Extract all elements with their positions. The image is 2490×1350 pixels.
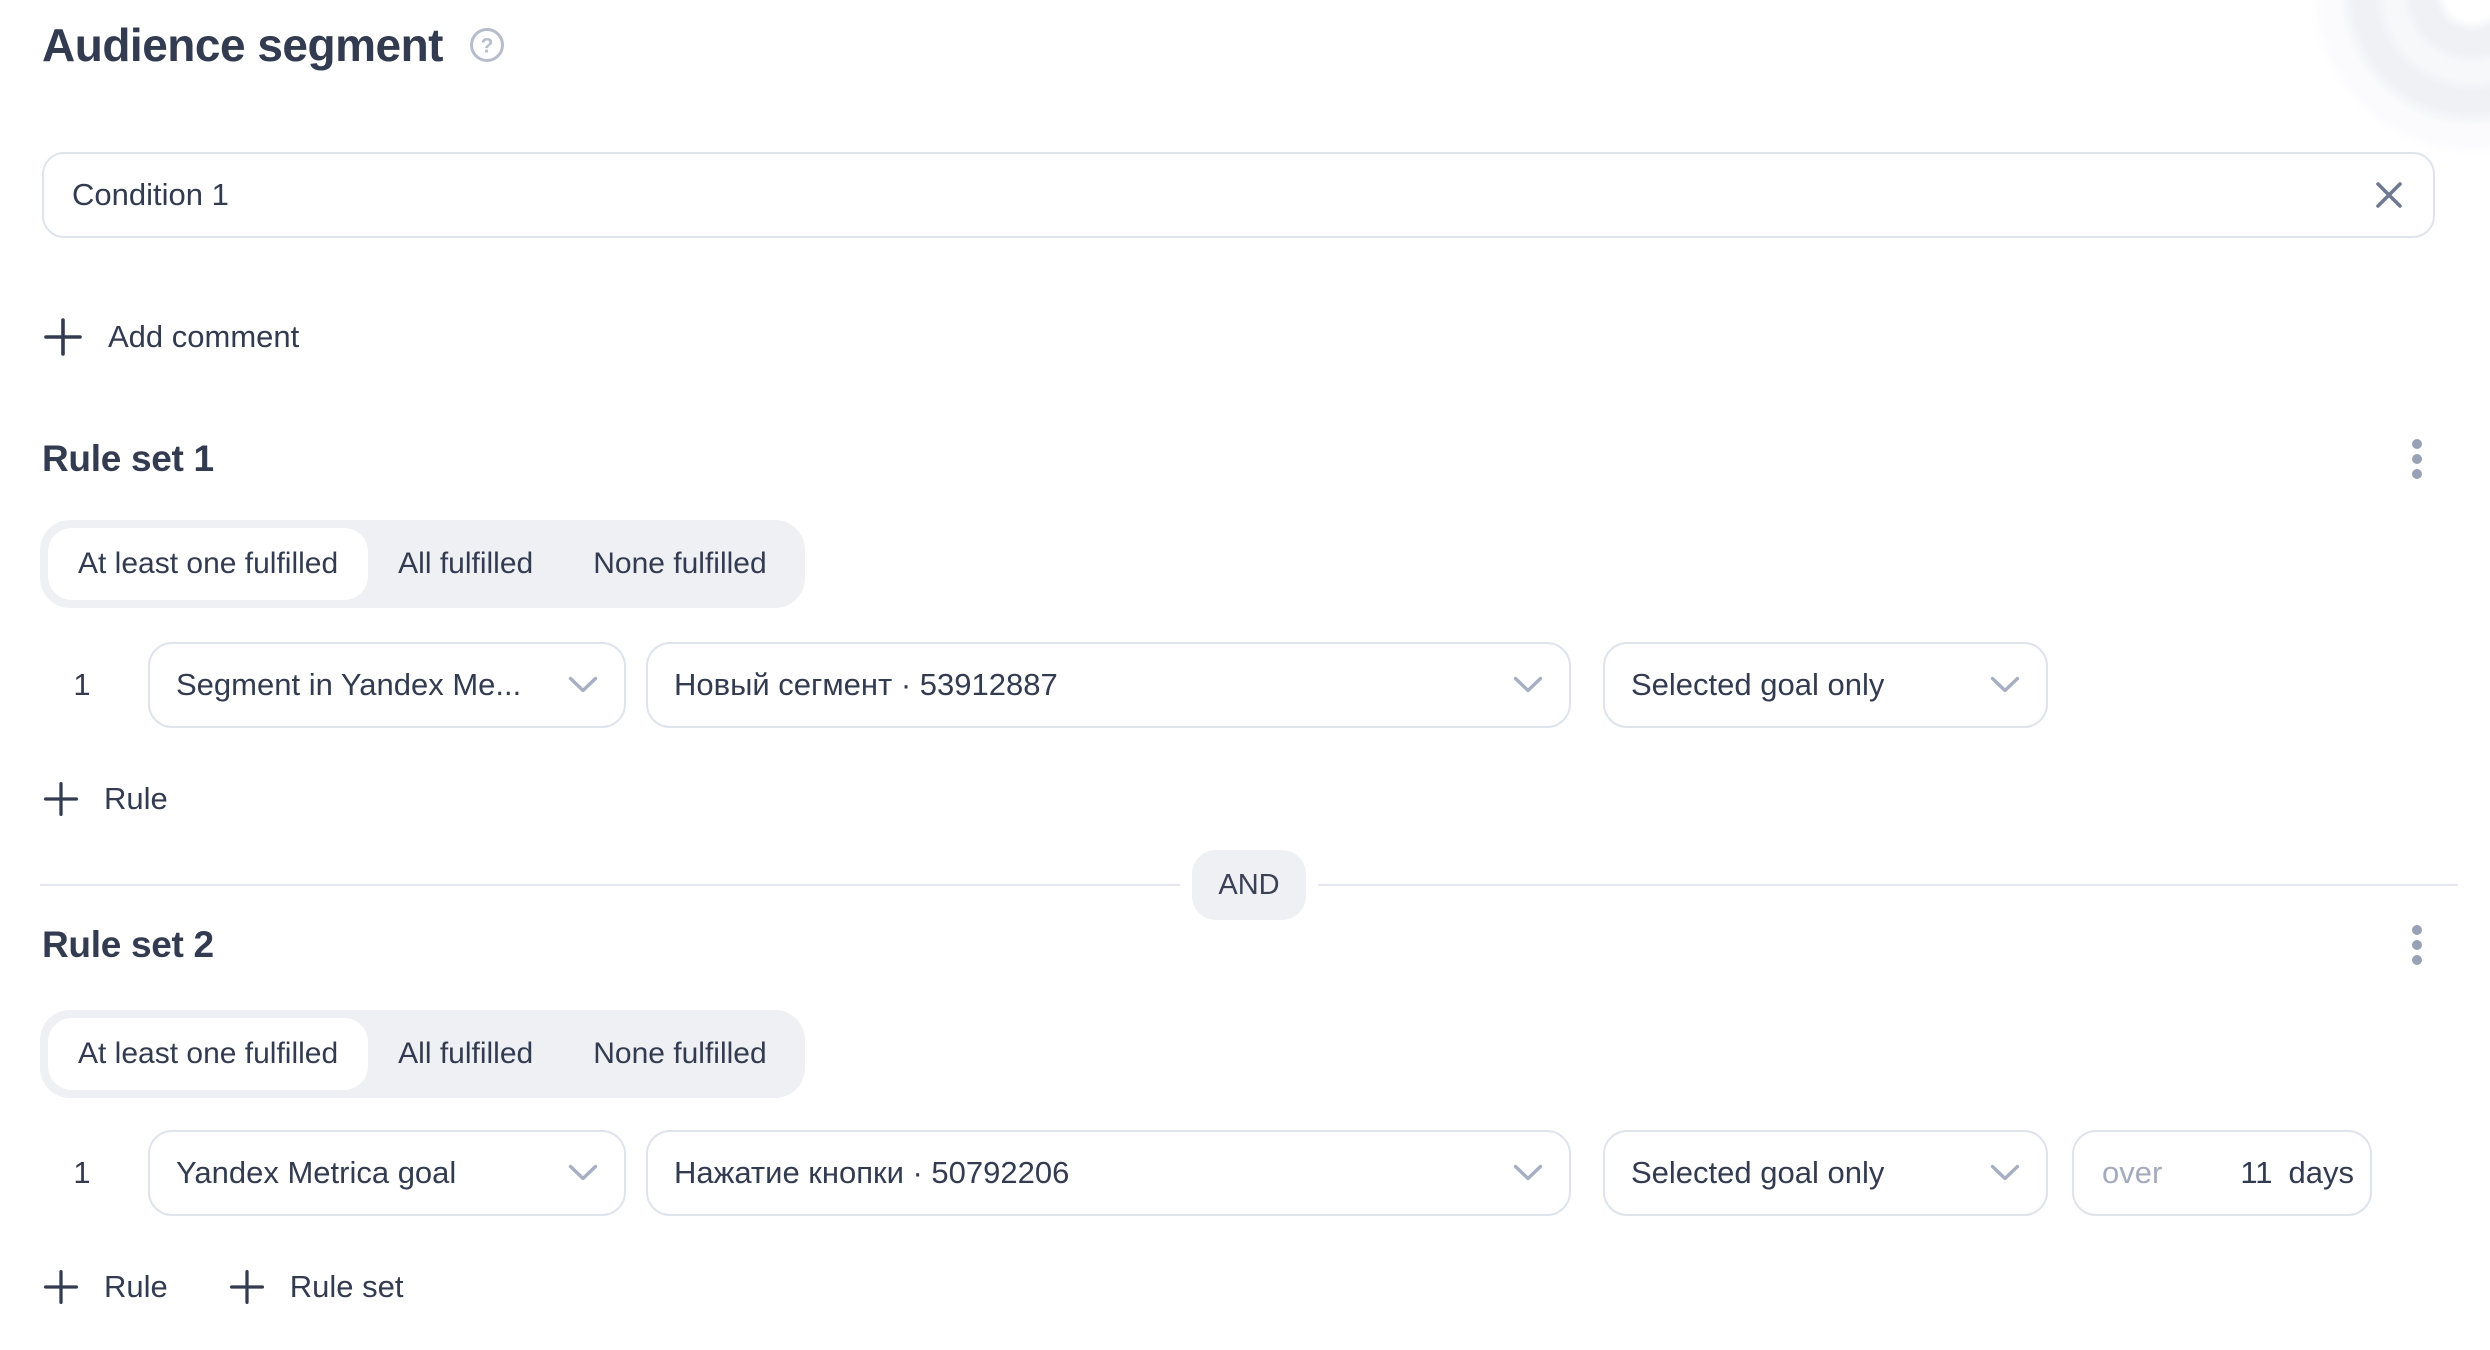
tab-all-fulfilled[interactable]: All fulfilled: [368, 1018, 563, 1090]
kebab-dot: [2412, 955, 2422, 965]
goal-select-value: Нажатие кнопки · 50792206: [674, 1155, 1069, 1191]
rule-type-select[interactable]: Segment in Yandex Me...: [148, 642, 626, 728]
tab-all-fulfilled[interactable]: All fulfilled: [368, 528, 563, 600]
tab-at-least-one-fulfilled[interactable]: At least one fulfilled: [48, 1018, 368, 1090]
condition-name-field: [42, 152, 2435, 238]
goal-mode-value: Selected goal only: [1631, 667, 1884, 703]
divider-line: [40, 884, 1180, 886]
goal-mode-select[interactable]: Selected goal only: [1603, 642, 2048, 728]
goal-mode-value: Selected goal only: [1631, 1155, 1884, 1191]
plus-icon: [228, 1268, 266, 1306]
rule-set-divider: AND: [40, 849, 2458, 921]
rule-set-1-rule-row: 1 Segment in Yandex Me... Новый сегмент …: [42, 642, 2048, 728]
period-field[interactable]: over days: [2072, 1130, 2372, 1216]
period-suffix-label: days: [2289, 1155, 2354, 1191]
clear-input-button[interactable]: [2367, 173, 2411, 217]
add-rule-set-button[interactable]: Rule set: [228, 1268, 404, 1306]
plus-icon: [42, 316, 84, 358]
kebab-dot: [2412, 469, 2422, 479]
goal-select[interactable]: Нажатие кнопки · 50792206: [646, 1130, 1571, 1216]
rule-index: 1: [42, 667, 122, 703]
rule-set-2-header: Rule set 2: [42, 922, 2435, 968]
chevron-down-icon: [568, 676, 598, 694]
help-glyph: ?: [481, 35, 494, 58]
tab-at-least-one-fulfilled[interactable]: At least one fulfilled: [48, 528, 368, 600]
add-rule-label: Rule: [104, 781, 168, 817]
add-rule-button[interactable]: Rule: [42, 780, 168, 818]
tab-none-fulfilled[interactable]: None fulfilled: [563, 1018, 796, 1090]
rule-set-1-match-switcher: At least one fulfilled All fulfilled Non…: [40, 520, 805, 608]
add-comment-label: Add comment: [108, 319, 299, 355]
page-header: Audience segment ?: [42, 18, 505, 72]
and-operator-badge: AND: [1192, 850, 1305, 920]
tab-none-fulfilled[interactable]: None fulfilled: [563, 528, 796, 600]
add-rule-label: Rule: [104, 1269, 168, 1305]
kebab-dot: [2412, 925, 2422, 935]
add-comment-button[interactable]: Add comment: [42, 316, 299, 358]
goal-mode-select[interactable]: Selected goal only: [1603, 1130, 2048, 1216]
chevron-down-icon: [1513, 1164, 1543, 1182]
segment-select-value: Новый сегмент · 53912887: [674, 667, 1058, 703]
add-rule-set-label: Rule set: [290, 1269, 404, 1305]
help-icon[interactable]: ?: [469, 27, 505, 63]
page-title: Audience segment: [42, 18, 443, 72]
divider-line: [1318, 884, 2458, 886]
rule-type-select[interactable]: Yandex Metrica goal: [148, 1130, 626, 1216]
add-rule-button[interactable]: Rule: [42, 1268, 168, 1306]
rule-set-2-title: Rule set 2: [42, 924, 214, 966]
kebab-dot: [2412, 454, 2422, 464]
rule-type-value: Yandex Metrica goal: [176, 1155, 456, 1191]
period-prefix-label: over: [2102, 1155, 2209, 1191]
chevron-down-icon: [1513, 676, 1543, 694]
rule-set-1-menu-button[interactable]: [2399, 436, 2435, 482]
condition-name-input[interactable]: [44, 154, 2367, 236]
rule-set-2-actions: Rule Rule set: [42, 1268, 404, 1306]
rule-type-value: Segment in Yandex Me...: [176, 667, 521, 703]
close-icon: [2372, 178, 2406, 212]
chevron-down-icon: [1990, 676, 2020, 694]
rule-set-1-header: Rule set 1: [42, 436, 2435, 482]
kebab-dot: [2412, 940, 2422, 950]
kebab-dot: [2412, 439, 2422, 449]
rule-set-2-match-switcher: At least one fulfilled All fulfilled Non…: [40, 1010, 805, 1098]
rule-set-2-menu-button[interactable]: [2399, 922, 2435, 968]
plus-icon: [42, 780, 80, 818]
period-days-input[interactable]: [2209, 1155, 2273, 1191]
rule-set-2-rule-row: 1 Yandex Metrica goal Нажатие кнопки · 5…: [42, 1130, 2372, 1216]
chevron-down-icon: [568, 1164, 598, 1182]
rule-set-1-title: Rule set 1: [42, 438, 214, 480]
rule-index: 1: [42, 1155, 122, 1191]
segment-select[interactable]: Новый сегмент · 53912887: [646, 642, 1571, 728]
chevron-down-icon: [1990, 1164, 2020, 1182]
plus-icon: [42, 1268, 80, 1306]
